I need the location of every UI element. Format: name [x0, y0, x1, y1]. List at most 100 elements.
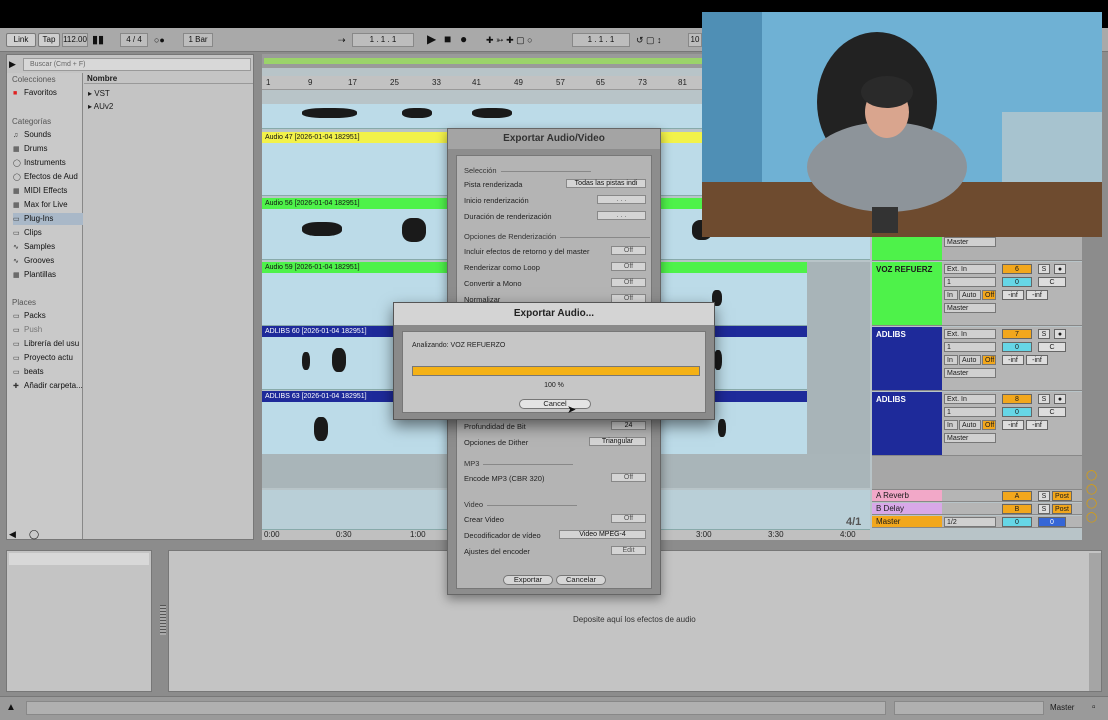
sidebar-item-current-project[interactable]: ▭ Proyecto actu — [13, 352, 83, 364]
include-returns-toggle[interactable]: Off — [611, 246, 646, 255]
sidebar-item-plantillas[interactable]: ▦ Plantillas — [13, 269, 83, 281]
io-toggle-icon[interactable]: ◯ — [1086, 470, 1097, 482]
track-number-button[interactable]: 8 — [1002, 394, 1032, 404]
arm-record-icon[interactable]: ● — [1054, 264, 1066, 274]
monitor-auto-button[interactable]: Auto — [959, 290, 981, 300]
track-name-area[interactable]: ADLIBS — [872, 392, 942, 455]
stop-icon[interactable]: ■ — [444, 33, 451, 45]
mixer-toggle-icon[interactable]: ◯ — [1086, 512, 1097, 524]
metronome-icon[interactable]: ○● — [154, 34, 165, 46]
export-button[interactable]: Exportar — [503, 575, 553, 585]
name-column-header[interactable]: Nombre — [84, 73, 253, 84]
render-length-field[interactable]: . . . — [597, 211, 646, 220]
monitor-off-button[interactable]: Off — [982, 290, 996, 300]
output-select[interactable]: Master — [944, 303, 996, 313]
nudge-icon[interactable]: ▮▮ — [92, 34, 104, 46]
output-select[interactable]: Master — [944, 368, 996, 378]
monitor-off-button[interactable]: Off — [982, 420, 996, 430]
track-number-button[interactable]: 6 — [1002, 264, 1032, 274]
resize-handle[interactable] — [160, 605, 166, 635]
sidebar-item-plug-ins[interactable]: ▭ Plug-Ins — [13, 213, 83, 225]
monitor-off-button[interactable]: Off — [982, 355, 996, 365]
input-type-select[interactable]: Ext. In — [944, 394, 996, 404]
cancel-export-button[interactable]: Cancelar — [556, 575, 606, 585]
bit-depth-select[interactable]: 24 — [611, 421, 646, 430]
record-icon[interactable]: ● — [460, 33, 467, 45]
encode-mp3-toggle[interactable]: Off — [611, 473, 646, 482]
pan-field[interactable]: C — [1038, 277, 1066, 287]
arm-record-icon[interactable]: ● — [1054, 329, 1066, 339]
track-name-area[interactable]: VOZ REFUERZ — [872, 262, 942, 325]
solo-button[interactable]: S — [1038, 504, 1050, 514]
sidebar-item-push[interactable]: ▭ Push — [13, 324, 83, 336]
tap-button[interactable]: Tap — [38, 33, 60, 47]
sidebar-item-favoritos[interactable]: ■ Favoritos — [13, 87, 83, 99]
render-start-field[interactable]: . . . — [597, 195, 646, 204]
post-button[interactable]: Post — [1052, 491, 1072, 501]
volume-field[interactable]: 0 — [1002, 407, 1032, 417]
rendered-track-select[interactable]: Todas las pistas indi — [566, 179, 646, 188]
track-name-area[interactable]: ADLIBS — [872, 327, 942, 390]
solo-button[interactable]: S — [1038, 264, 1050, 274]
quantize-select[interactable]: 1 Bar — [183, 33, 213, 47]
sidebar-item-sounds[interactable]: ♫ Sounds — [13, 129, 83, 141]
monitor-in-button[interactable]: In — [944, 290, 958, 300]
master-pan-field[interactable]: 0 — [1038, 517, 1066, 527]
post-button[interactable]: Post — [1052, 504, 1072, 514]
input-type-select[interactable]: Ext. In — [944, 264, 996, 274]
input-channel-select[interactable]: 1 — [944, 342, 996, 352]
output-select[interactable]: Master — [944, 433, 996, 443]
link-button[interactable]: Link — [6, 33, 36, 47]
input-channel-select[interactable]: 1 — [944, 277, 996, 287]
status-warning-icon[interactable]: ▲ — [6, 702, 16, 714]
render-loop-toggle[interactable]: Off — [611, 262, 646, 271]
return-name-area[interactable]: A Reverb — [872, 490, 942, 501]
master-name-area[interactable]: Master — [872, 516, 942, 527]
loop-icon[interactable]: ↺ ▢ ↕ — [636, 34, 662, 46]
returns-toggle-icon[interactable]: ◯ — [1086, 498, 1097, 510]
return-letter-button[interactable]: A — [1002, 491, 1032, 501]
sidebar-item-packs[interactable]: ▭ Packs — [13, 310, 83, 322]
loop-start-field[interactable]: 1 . 1 . 1 — [572, 33, 630, 47]
input-channel-select[interactable]: 1 — [944, 407, 996, 417]
sidebar-item-add-folder[interactable]: ✚ Añadir carpeta... — [13, 380, 83, 392]
tempo-field[interactable]: 112.00 — [62, 33, 88, 47]
sidebar-item-beats[interactable]: ▭ beats — [13, 366, 83, 378]
arm-record-icon[interactable]: ● — [1054, 394, 1066, 404]
hotswap-icon[interactable]: ◯ — [29, 528, 39, 540]
sidebar-item-midi-effects[interactable]: ▦ MIDI Effects — [13, 185, 83, 197]
time-signature-field[interactable]: 4 / 4 — [120, 33, 148, 47]
status-master-label[interactable]: Master — [1050, 703, 1074, 712]
sidebar-item-samples[interactable]: ∿ Samples — [13, 241, 83, 253]
follow-icon[interactable]: ⇢ — [338, 34, 346, 46]
sidebar-item-grooves[interactable]: ∿ Grooves — [13, 255, 83, 267]
monitor-in-button[interactable]: In — [944, 355, 958, 365]
volume-field[interactable]: 0 — [1002, 277, 1032, 287]
solo-button[interactable]: S — [1038, 394, 1050, 404]
play-icon[interactable]: ▶ — [427, 33, 436, 45]
cue-out-select[interactable]: 1/2 — [944, 517, 996, 527]
sidebar-item-user-library[interactable]: ▭ Librería del usu — [13, 338, 83, 350]
track-number-button[interactable]: 7 — [1002, 329, 1032, 339]
output-select[interactable]: Master — [944, 237, 996, 247]
list-item[interactable]: ▸ AUv2 — [88, 102, 113, 111]
sidebar-item-instruments[interactable]: ◯ Instruments — [13, 157, 83, 169]
sidebar-item-max-for-live[interactable]: ▦ Max for Live — [13, 199, 83, 211]
loop-length-field[interactable]: 10 — [688, 33, 702, 47]
master-volume-field[interactable]: 0 — [1002, 517, 1032, 527]
pan-field[interactable]: C — [1038, 407, 1066, 417]
volume-field[interactable]: 0 — [1002, 342, 1032, 352]
cancel-button[interactable]: Cancel — [519, 399, 591, 409]
device-scrollbar[interactable] — [1089, 553, 1101, 691]
create-video-toggle[interactable]: Off — [611, 514, 646, 523]
solo-button[interactable]: S — [1038, 329, 1050, 339]
pan-field[interactable]: C — [1038, 342, 1066, 352]
list-item[interactable]: ▸ VST — [88, 89, 110, 98]
sidebar-item-audio-effects[interactable]: ◯ Efectos de Aud — [13, 171, 83, 183]
browser-toggle-icon[interactable]: ▶ — [9, 58, 16, 70]
sends-toggle-icon[interactable]: ◯ — [1086, 484, 1097, 496]
collapse-icon[interactable]: ◀ — [9, 528, 16, 540]
sidebar-item-clips[interactable]: ▭ Clips — [13, 227, 83, 239]
return-name-area[interactable]: B Delay — [872, 503, 942, 514]
convert-mono-toggle[interactable]: Off — [611, 278, 646, 287]
